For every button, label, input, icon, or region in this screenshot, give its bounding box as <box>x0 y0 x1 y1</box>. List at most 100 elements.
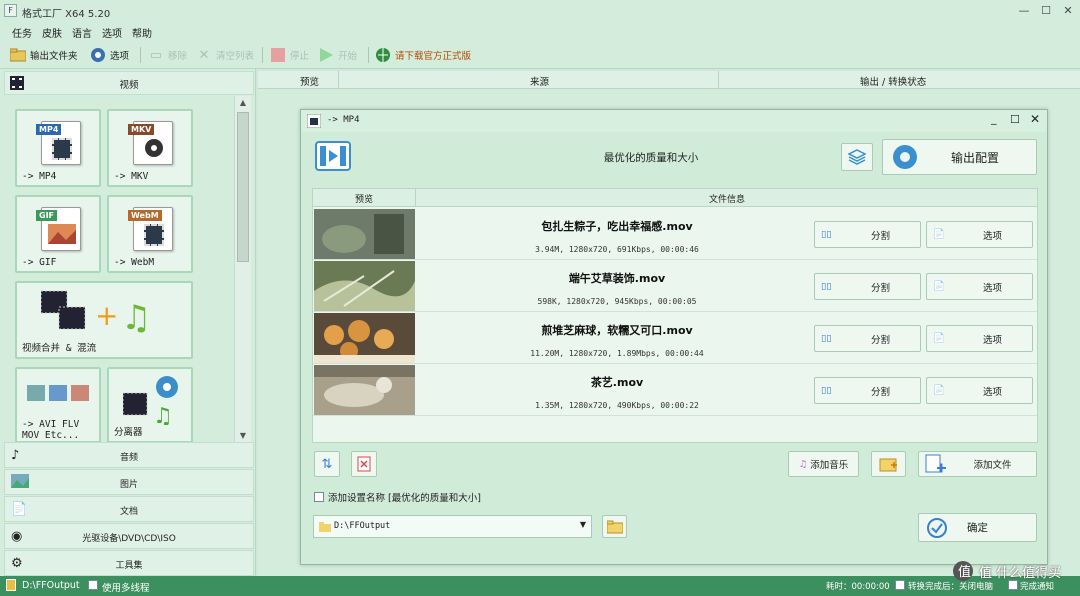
split-icon: ▯▯ <box>821 385 832 396</box>
col-preview[interactable]: 预览 <box>300 74 319 88</box>
split-icon: ▯▯ <box>821 229 832 240</box>
watermark: 值 值 什么值得买 <box>952 560 1061 582</box>
tile-webm[interactable]: WebM -> WebM <box>107 195 193 273</box>
add-folder-button[interactable] <box>871 451 906 477</box>
file-meta: 598K, 1280x720, 945Kbps, 00:00:05 <box>537 297 697 306</box>
window-title: 格式工厂 X64 5.20 <box>22 9 111 20</box>
start-button[interactable]: 开始 <box>318 45 357 65</box>
options-button[interactable]: 📄 选项 <box>926 325 1033 352</box>
tile-mp4[interactable]: MP4 -> MP4 <box>15 109 101 187</box>
menu-skin[interactable]: 皮肤 <box>42 25 62 40</box>
split-button[interactable]: ▯▯ 分割 <box>814 221 921 248</box>
checkbox[interactable] <box>314 492 324 502</box>
left-scrollbar[interactable]: ▲ ▼ <box>234 96 251 442</box>
tile-avi-flv-mov[interactable]: -> AVI FLV MOV Etc... <box>15 367 101 443</box>
dialog-minimize-button[interactable]: _ <box>991 112 997 125</box>
settings-doc-icon: 📄 <box>933 333 945 344</box>
folder-add-icon <box>879 458 897 472</box>
options-button[interactable]: 选项 <box>90 45 129 65</box>
delete-doc-icon <box>357 456 371 472</box>
close-button[interactable]: ✕ <box>1058 3 1078 19</box>
delete-file-button[interactable] <box>351 451 377 477</box>
tile-mkv[interactable]: MKV -> MKV <box>107 109 193 187</box>
add-music-button[interactable]: ♫ 添加音乐 <box>788 451 859 477</box>
title-bar: F 格式工厂 X64 5.20 — ☐ ✕ <box>0 0 1080 22</box>
menu-help[interactable]: 帮助 <box>132 25 152 40</box>
add-setting-name-checkbox[interactable]: 添加设置名称 [最优化的质量和大小] <box>314 490 481 504</box>
col-source[interactable]: 来源 <box>530 74 549 88</box>
svg-text:值: 值 <box>958 564 971 580</box>
tile-merge-mux[interactable]: + ♫ 视频合并 & 混流 <box>15 281 193 359</box>
status-output-path[interactable]: D:\FFOutput <box>22 580 80 591</box>
options-button[interactable]: 📄 选项 <box>926 221 1033 248</box>
minimize-button[interactable]: — <box>1014 3 1034 19</box>
browse-folder-button[interactable] <box>602 515 627 538</box>
clear-list-button[interactable]: ✕ 清空列表 <box>196 45 254 65</box>
after-convert-checkbox[interactable] <box>895 580 905 590</box>
play-icon <box>318 47 334 63</box>
category-document[interactable]: 📄 文档 <box>4 496 254 522</box>
category-image[interactable]: 图片 <box>4 469 254 495</box>
app-icon: F <box>4 4 17 17</box>
multithread-label: 使用多线程 <box>102 583 150 594</box>
ok-button[interactable]: 确定 <box>918 513 1037 542</box>
col-output-status[interactable]: 输出 / 转换状态 <box>860 74 926 88</box>
maximize-button[interactable]: ☐ <box>1036 3 1056 19</box>
split-button[interactable]: ▯▯ 分割 <box>814 325 921 352</box>
tile-gif[interactable]: GIF -> GIF <box>15 195 101 273</box>
multithread-checkbox[interactable] <box>88 580 98 590</box>
menu-options[interactable]: 选项 <box>102 25 122 40</box>
toolbar-separator <box>262 47 263 63</box>
add-file-button[interactable]: 添加文件 <box>918 451 1037 477</box>
video-thumbnail <box>314 313 415 363</box>
output-folder-button[interactable]: 输出文件夹 <box>10 45 78 65</box>
menu-task[interactable]: 任务 <box>12 25 32 40</box>
category-toolbox[interactable]: ⚙ 工具集 <box>4 550 254 576</box>
chevron-down-icon: ▼ <box>579 520 586 529</box>
dialog-close-button[interactable]: ✕ <box>1030 112 1040 126</box>
remove-button[interactable]: ▭ 移除 <box>148 45 187 65</box>
file-table-header: 预览 文件信息 <box>313 189 1037 207</box>
settings-doc-icon: 📄 <box>933 229 945 240</box>
category-audio[interactable]: ♪ 音频 <box>4 442 254 468</box>
split-button[interactable]: ▯▯ 分割 <box>814 377 921 404</box>
scroll-thumb[interactable] <box>237 112 249 262</box>
quality-preset-label: 最优化的质量和大小 <box>603 152 699 164</box>
options-button[interactable]: 📄 选项 <box>926 273 1033 300</box>
scroll-down-icon[interactable]: ▼ <box>235 429 251 442</box>
split-button[interactable]: ▯▯ 分割 <box>814 273 921 300</box>
layers-button[interactable] <box>841 143 873 171</box>
category-optical-drive[interactable]: ◉ 光驱设备\DVD\CD\ISO <box>4 523 254 549</box>
settings-doc-icon: 📄 <box>933 281 945 292</box>
download-official-link[interactable]: 请下载官方正式版 <box>375 45 471 65</box>
output-path-select[interactable]: D:\FFOutput ▼ <box>313 515 592 538</box>
dialog-title: -> MP4 <box>327 115 360 125</box>
video-category-header[interactable]: 视频 <box>4 71 254 95</box>
folder-icon <box>319 522 331 532</box>
video-thumbnail <box>314 261 415 311</box>
clear-icon: ✕ <box>198 47 210 63</box>
folder-open-icon <box>606 520 623 533</box>
scroll-up-icon[interactable]: ▲ <box>235 96 251 109</box>
sort-button[interactable]: ⇅ <box>314 451 340 477</box>
task-list-header: 预览 来源 输出 / 转换状态 <box>258 71 1080 89</box>
formats-icon <box>27 385 89 401</box>
splitter-icon: ♫ <box>123 376 178 425</box>
stop-icon <box>270 47 286 63</box>
options-button[interactable]: 📄 选项 <box>926 377 1033 404</box>
folder-icon <box>10 47 26 63</box>
toolbar-separator <box>368 47 369 63</box>
disc-icon <box>145 139 163 157</box>
layers-icon <box>848 149 866 165</box>
stop-button[interactable]: 停止 <box>270 45 309 65</box>
video-format-icon <box>314 140 352 172</box>
output-config-button[interactable]: 输出配置 <box>882 139 1037 175</box>
menu-language[interactable]: 语言 <box>72 25 92 40</box>
tile-splitter[interactable]: ♫ 分离器 <box>107 367 193 443</box>
convert-dialog: -> MP4 _ ☐ ✕ 最优化的质量和大小 输出配置 预览 文件信息 包扎生粽… <box>300 109 1048 565</box>
dialog-maximize-button[interactable]: ☐ <box>1010 113 1020 126</box>
merge-icon: + ♫ <box>41 290 151 338</box>
status-bar: D:\FFOutput 使用多线程 耗时：00:00:00 转换完成后：关闭电脑… <box>0 576 1080 596</box>
toolbar: 输出文件夹 选项 ▭ 移除 ✕ 清空列表 停止 开始 请下载官方正式版 <box>0 41 1080 69</box>
sort-icon: ⇅ <box>321 456 333 472</box>
